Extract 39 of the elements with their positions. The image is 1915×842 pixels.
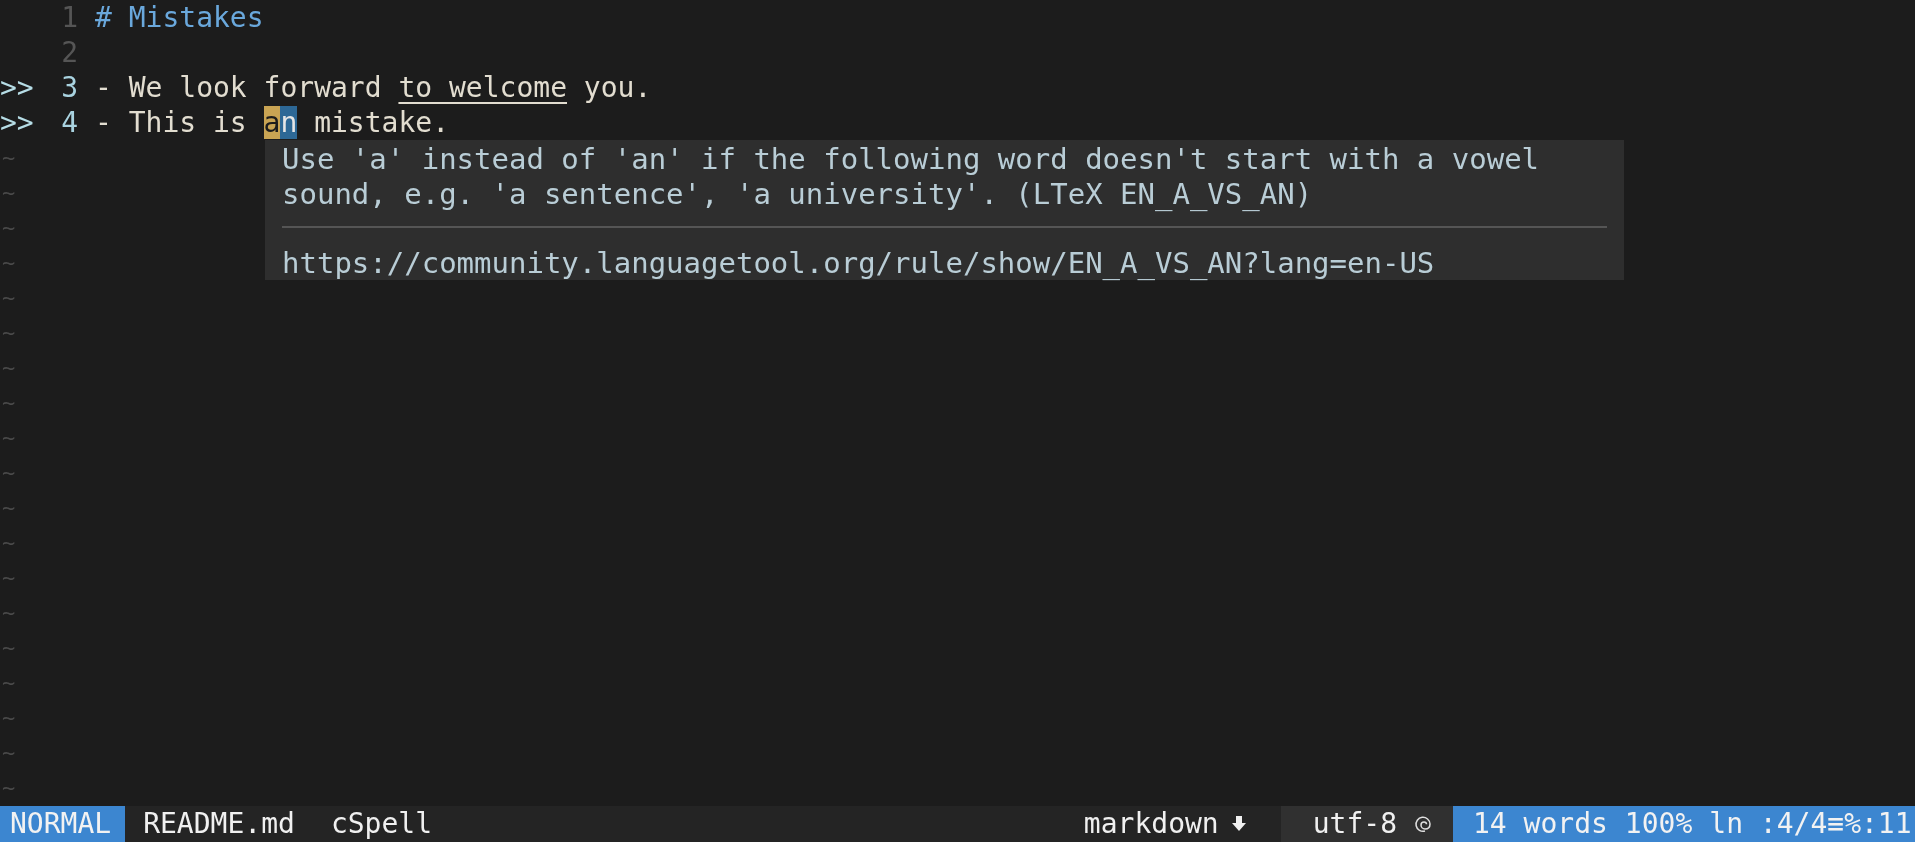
empty-line-marker: ~: [2, 704, 16, 732]
empty-line-marker: ~: [2, 634, 16, 662]
line-number: 1: [60, 0, 78, 35]
empty-line-marker: ~: [2, 284, 16, 312]
code-line: # Mistakes: [95, 0, 264, 35]
diagnostic-message: Use 'a' instead of 'an' if the following word doesn't start with a vowel sound, e.g. 'a sentence', 'a university'. (LTeX EN_A_VS_AN): [282, 142, 1540, 212]
empty-line-marker: ~: [2, 424, 16, 452]
empty-line-marker: ~: [2, 669, 16, 697]
empty-line-marker: ~: [2, 354, 16, 382]
line-number: 2: [60, 35, 78, 70]
line-number: 4: [60, 105, 78, 140]
empty-line-marker: ~: [2, 459, 16, 487]
word-count: 14 words: [1473, 806, 1608, 842]
empty-line-marker: ~: [2, 319, 16, 347]
empty-line-marker: ~: [2, 249, 16, 277]
empty-line-marker: ~: [2, 774, 16, 802]
file-name: README.md: [142, 806, 296, 842]
rule-link[interactable]: https://community.languagetool.org/rule/show/EN_A_VS_AN?lang=en-US: [282, 246, 1435, 280]
empty-line-marker: ~: [2, 179, 16, 207]
swirl-icon: [1413, 814, 1433, 834]
empty-line-marker: ~: [2, 214, 16, 242]
empty-line-marker: ~: [2, 739, 16, 767]
cursor-position: ln :4/4≡%:11: [1709, 806, 1912, 842]
empty-line-marker: ~: [2, 599, 16, 627]
sign-marker: >>: [0, 71, 34, 104]
file-type: markdown: [1082, 806, 1219, 842]
mode-indicator: NORMAL: [0, 806, 126, 842]
empty-line-marker: ~: [2, 389, 16, 417]
empty-line-marker: ~: [2, 494, 16, 522]
spell-checker: cSpell: [329, 806, 434, 842]
sign-marker: >>: [0, 106, 34, 139]
encoding: utf-8: [1312, 806, 1397, 842]
empty-line-marker: ~: [2, 564, 16, 592]
empty-line-marker: ~: [2, 144, 16, 172]
empty-line-marker: ~: [2, 529, 16, 557]
code-line: - This is an mistake.: [95, 105, 449, 140]
code-line: - We look forward to welcome you.: [95, 70, 652, 105]
scroll-percent: 100%: [1624, 806, 1693, 842]
line-number: 3: [60, 70, 78, 105]
